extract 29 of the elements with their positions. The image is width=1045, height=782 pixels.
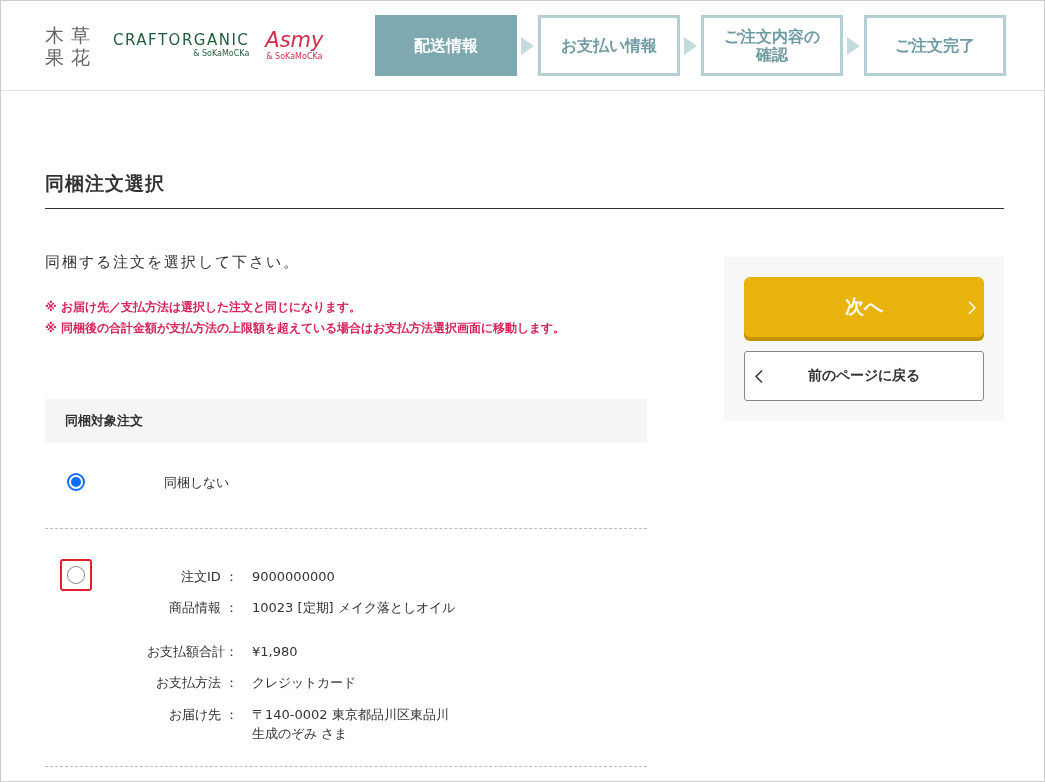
notice-text: ※ 同梱後の合計金額が支払方法の上限額を超えている場合はお支払方法選択画面に移動します。	[45, 320, 566, 337]
notice-text: ※ お届け先／支払方法は選択した注文と同じになります。	[45, 299, 362, 316]
field-label: お支払方法 ：	[154, 674, 239, 692]
logo-subtext: & SoKaMoCKa	[266, 51, 323, 63]
field-label: 注文ID ：	[180, 567, 239, 586]
logo-text: CRAFTORGANIC	[113, 31, 250, 48]
field-value: 〒140-0002 東京都品川区東品川	[252, 705, 449, 724]
logo-subtext: & SoKaMoCKa	[192, 47, 250, 60]
radio-button[interactable]	[67, 565, 85, 584]
field-label: お届け先 ：	[167, 705, 239, 724]
field-value: クレジットカード	[252, 674, 356, 692]
back-button[interactable]: 前のページに戻る	[744, 350, 984, 401]
field-label: 商品情報 ：	[167, 599, 239, 617]
option-label: 同梱しない	[164, 473, 229, 492]
checkout-step: ご注文完了	[864, 15, 1006, 76]
checkout-step: ご注文内容の確認	[701, 15, 843, 76]
logo-text: Asmy	[265, 28, 324, 51]
instruction-text: 同梱する注文を選択して下さい。	[45, 251, 301, 273]
field-value: 生成のぞみ さま	[252, 725, 349, 743]
radio-button[interactable]	[67, 472, 85, 491]
field-value: ¥1,980	[252, 642, 298, 661]
field-value: 10023 [定期] メイク落としオイル	[252, 599, 455, 617]
checkout-step: 配送情報	[375, 15, 517, 76]
field-label: お支払額合計：	[146, 642, 239, 661]
section-header: 同梱対象注文	[45, 399, 647, 443]
checkout-step: お支払い情報	[538, 15, 680, 76]
page-title: 同梱注文選択	[45, 169, 1004, 209]
field-value: 9000000000	[252, 567, 335, 586]
logo[interactable]: 木 草 果 花	[45, 23, 97, 68]
